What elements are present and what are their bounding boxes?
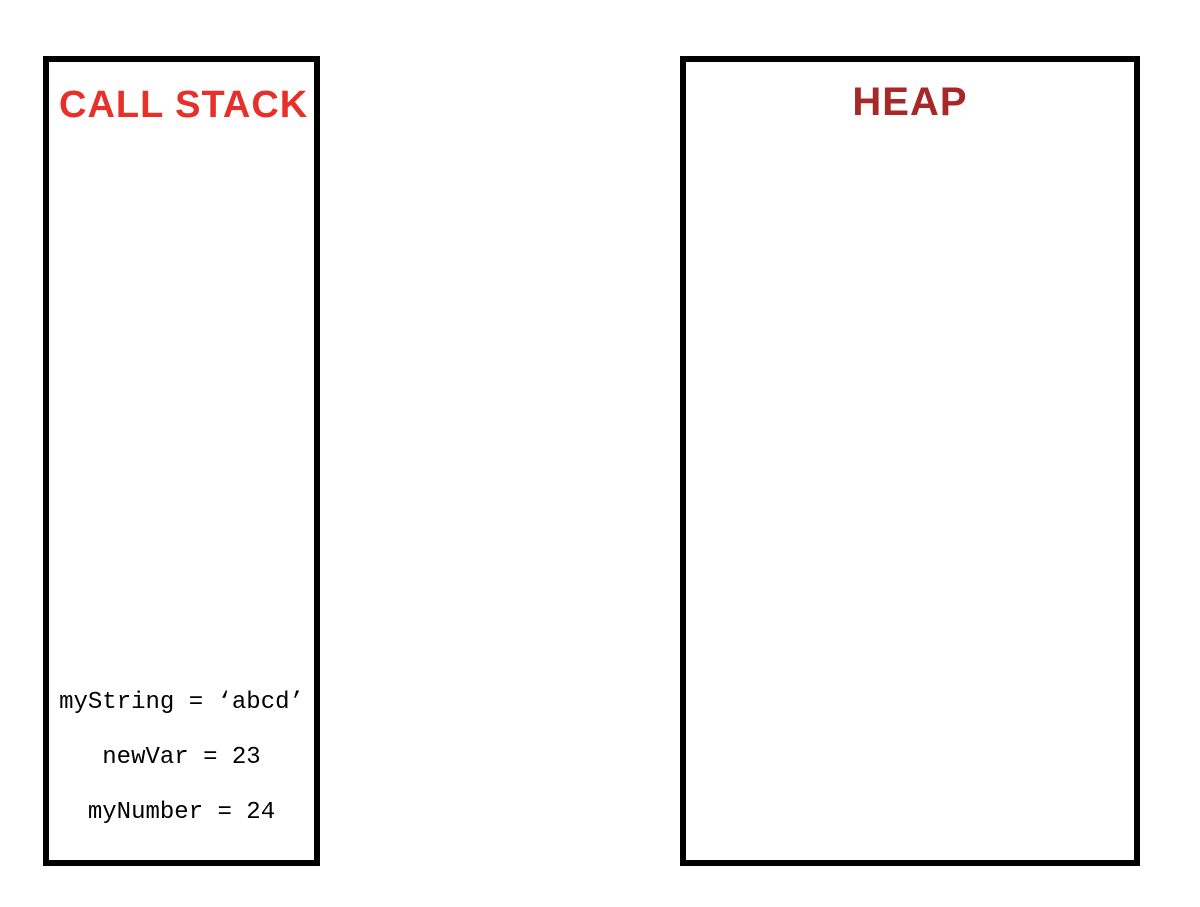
stack-variable-line: myString = ‘abcd’ [49, 675, 314, 730]
heap-box: HEAP [680, 56, 1140, 866]
call-stack-title: CALL STACK [49, 62, 314, 127]
call-stack-box: CALL STACK myString = ‘abcd’ newVar = 23… [43, 56, 320, 866]
heap-title: HEAP [686, 62, 1134, 125]
stack-variable-line: myNumber = 24 [49, 785, 314, 840]
call-stack-content: myString = ‘abcd’ newVar = 23 myNumber =… [49, 675, 314, 840]
stack-variable-line: newVar = 23 [49, 730, 314, 785]
